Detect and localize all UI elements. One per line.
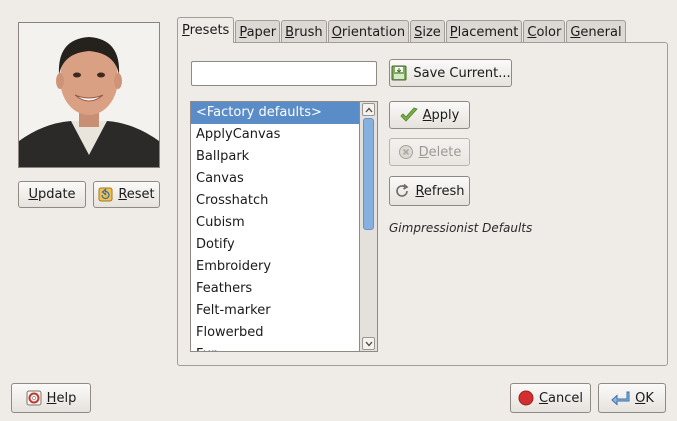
list-item[interactable]: Fur bbox=[191, 344, 359, 351]
save-current-label: Save Current... bbox=[413, 65, 511, 81]
list-item[interactable]: Dotify bbox=[191, 234, 359, 256]
cancel-icon bbox=[518, 390, 534, 406]
tab-placement[interactable]: Placement bbox=[445, 20, 523, 43]
list-item[interactable]: Flowerbed bbox=[191, 322, 359, 344]
checkmark-icon bbox=[400, 107, 418, 123]
refresh-button[interactable]: Refresh bbox=[389, 176, 470, 206]
tab-color[interactable]: Color bbox=[523, 20, 566, 43]
list-item[interactable]: Embroidery bbox=[191, 256, 359, 278]
delete-button[interactable]: Delete bbox=[389, 138, 470, 166]
apply-label: Apply bbox=[422, 107, 460, 123]
refresh-icon bbox=[394, 183, 410, 199]
list-item[interactable]: Felt-marker bbox=[191, 300, 359, 322]
portrait-thumbnail bbox=[19, 23, 159, 167]
delete-label: Delete bbox=[418, 144, 462, 160]
help-icon bbox=[26, 390, 42, 406]
scroll-down-button[interactable] bbox=[362, 337, 375, 350]
presets-list[interactable]: <Factory defaults> ApplyCanvas Ballpark … bbox=[190, 101, 360, 352]
preset-description: Gimpressionist Defaults bbox=[389, 221, 533, 235]
chevron-down-icon bbox=[365, 341, 372, 346]
list-item[interactable]: Cubism bbox=[191, 212, 359, 234]
list-item[interactable]: Canvas bbox=[191, 168, 359, 190]
list-item[interactable]: ApplyCanvas bbox=[191, 124, 359, 146]
scrollbar-thumb[interactable] bbox=[363, 118, 374, 230]
apply-button[interactable]: Apply bbox=[389, 101, 470, 129]
list-item[interactable]: Feathers bbox=[191, 278, 359, 300]
tab-presets[interactable]: Presets bbox=[177, 17, 235, 43]
help-button[interactable]: Help bbox=[11, 383, 91, 413]
enter-arrow-icon bbox=[610, 390, 630, 406]
tab-paper[interactable]: Paper bbox=[235, 20, 281, 43]
save-current-button[interactable]: Save Current... bbox=[389, 59, 512, 87]
cancel-button[interactable]: Cancel bbox=[510, 383, 591, 413]
tab-orientation[interactable]: Orientation bbox=[327, 20, 410, 43]
update-button[interactable]: Update bbox=[18, 181, 86, 208]
preview-image bbox=[18, 22, 160, 168]
list-item[interactable]: <Factory defaults> bbox=[191, 102, 359, 124]
reset-button[interactable]: Reset bbox=[93, 181, 160, 208]
chevron-up-icon bbox=[365, 107, 372, 112]
tab-bar: Presets Paper Brush Orientation Size Pla… bbox=[177, 17, 627, 43]
cancel-label: Cancel bbox=[538, 390, 584, 406]
delete-icon bbox=[398, 144, 414, 160]
list-item[interactable]: Crosshatch bbox=[191, 190, 359, 212]
refresh-label: Refresh bbox=[415, 183, 465, 199]
list-item[interactable]: Ballpark bbox=[191, 146, 359, 168]
save-icon bbox=[390, 64, 408, 82]
tab-general[interactable]: General bbox=[566, 20, 626, 43]
scroll-up-button[interactable] bbox=[362, 103, 375, 116]
reset-icon bbox=[98, 187, 113, 202]
list-scrollbar[interactable] bbox=[360, 101, 378, 352]
help-label: Help bbox=[46, 390, 77, 406]
update-label: Update bbox=[28, 187, 76, 202]
ok-button[interactable]: OK bbox=[598, 383, 666, 413]
reset-label: Reset bbox=[118, 187, 155, 202]
tab-size[interactable]: Size bbox=[410, 20, 445, 43]
preset-name-input[interactable] bbox=[191, 61, 377, 86]
ok-label: OK bbox=[635, 390, 654, 406]
tab-brush[interactable]: Brush bbox=[281, 20, 327, 43]
